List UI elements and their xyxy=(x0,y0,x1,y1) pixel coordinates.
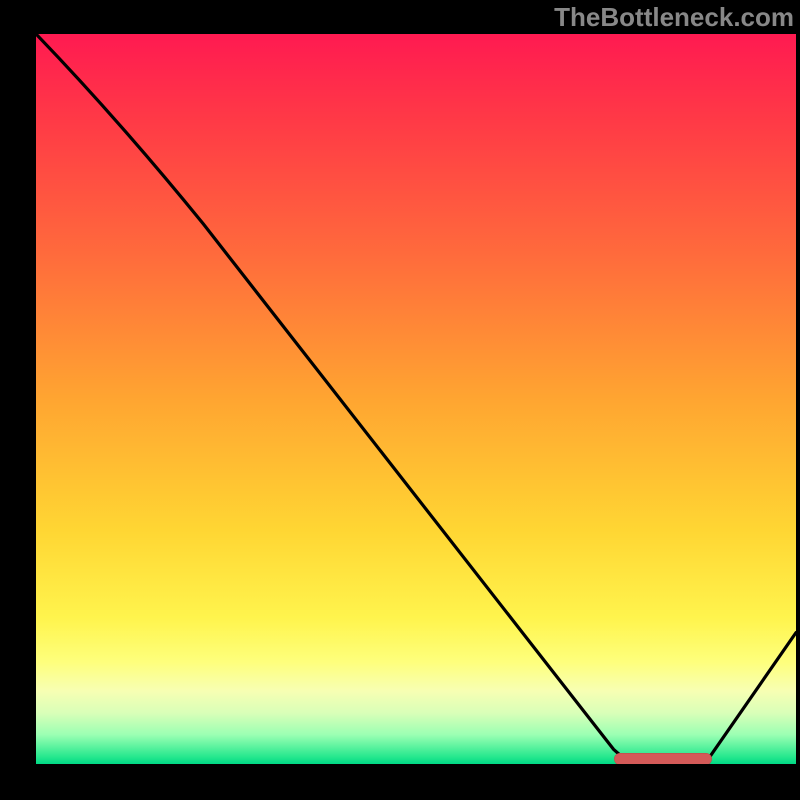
watermark-text: TheBottleneck.com xyxy=(554,2,794,33)
x-axis xyxy=(0,764,800,800)
bottleneck-curve xyxy=(36,34,796,764)
plot-area xyxy=(36,34,796,764)
chart-container: TheBottleneck.com xyxy=(0,0,800,800)
bottleneck-curve-layer xyxy=(36,34,796,764)
y-axis xyxy=(0,0,36,800)
optimal-range-marker xyxy=(614,753,713,764)
